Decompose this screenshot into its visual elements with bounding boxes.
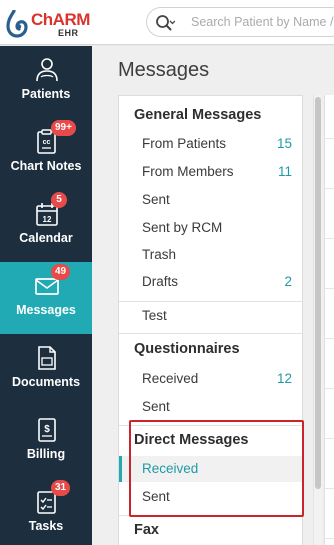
section-title-questionnaires: Questionnaires	[134, 341, 240, 357]
folder-count: 12	[276, 371, 292, 386]
list-row-line	[325, 538, 334, 539]
charm-logo[interactable]: ChARM EHR	[4, 6, 92, 40]
folder-label: Test	[142, 308, 167, 323]
sidebar-item-patients[interactable]: Patients	[0, 46, 92, 118]
search-input[interactable]	[191, 13, 334, 31]
message-list-edge	[324, 95, 334, 545]
folder-from-members[interactable]: From Members 11	[119, 159, 302, 185]
section-title-general: General Messages	[134, 107, 262, 123]
message-folders-panel: General Messages From Patients 15 From M…	[118, 95, 303, 545]
sidebar: Patients cc 99+ Chart Notes 12 5 Calenda…	[0, 46, 92, 545]
folder-sent-by-rcm[interactable]: Sent by RCM	[119, 215, 302, 241]
section-title-fax: Fax	[134, 522, 159, 538]
folder-from-patients[interactable]: From Patients 15	[119, 131, 302, 157]
section-divider	[119, 515, 302, 516]
section-divider	[119, 425, 302, 426]
documents-icon	[38, 346, 56, 370]
list-row-line	[325, 238, 334, 239]
list-row-line	[325, 138, 334, 139]
tasks-badge: 31	[51, 480, 71, 496]
section-title-direct: Direct Messages	[134, 432, 249, 448]
folder-drafts[interactable]: Drafts 2	[119, 269, 302, 295]
svg-text:$: $	[44, 424, 50, 435]
billing-icon: $	[38, 418, 56, 442]
sidebar-item-label: Tasks	[28, 519, 64, 533]
top-bar: ChARM EHR	[0, 0, 334, 45]
folder-label: Trash	[142, 247, 177, 262]
folder-test[interactable]: Test	[119, 303, 302, 329]
folder-count: 15	[276, 136, 292, 151]
brand-name: ChARM	[31, 10, 90, 29]
list-row-line	[325, 188, 334, 189]
page-title: Messages	[118, 59, 210, 81]
sidebar-item-label: Chart Notes	[10, 159, 82, 173]
sidebar-item-calendar[interactable]: 12 5 Calendar	[0, 190, 92, 262]
messages-badge: 49	[51, 264, 71, 280]
list-row-line	[325, 338, 334, 339]
section-divider	[119, 333, 302, 334]
folder-label: Sent	[142, 489, 170, 504]
folder-label: From Patients	[142, 136, 227, 151]
brand-sub: EHR	[58, 28, 79, 38]
sidebar-item-documents[interactable]: Documents	[0, 334, 92, 406]
sidebar-item-label: Patients	[21, 87, 71, 101]
list-row-line	[325, 438, 334, 439]
sidebar-item-chart-notes[interactable]: cc 99+ Chart Notes	[0, 118, 92, 190]
sidebar-item-tasks[interactable]: 31 Tasks	[0, 478, 92, 545]
folder-label: Sent	[142, 399, 170, 414]
list-row-line	[325, 488, 334, 489]
svg-text:12: 12	[43, 215, 52, 224]
main-content: Messages General Messages From Patients …	[92, 46, 334, 545]
folder-count: 11	[277, 164, 292, 179]
folder-direct-sent[interactable]: Sent	[119, 484, 302, 510]
patient-search[interactable]	[146, 7, 334, 37]
sidebar-item-label: Calendar	[19, 231, 73, 245]
section-divider	[119, 301, 302, 302]
list-row-line	[325, 288, 334, 289]
logo-drop-icon	[6, 10, 28, 38]
folder-label: Sent	[142, 192, 170, 207]
scrollbar-thumb[interactable]	[315, 97, 321, 489]
search-icon	[156, 15, 175, 31]
svg-text:cc: cc	[43, 139, 51, 146]
sidebar-item-label: Documents	[11, 375, 81, 389]
sidebar-item-messages[interactable]: 49 Messages	[0, 262, 92, 334]
chart-notes-badge: 99+	[51, 120, 76, 136]
folder-count: 2	[284, 274, 292, 289]
folder-panel-scrollbar[interactable]	[313, 95, 322, 545]
sidebar-item-label: Billing	[26, 447, 66, 461]
list-row-line	[325, 388, 334, 389]
folder-sent[interactable]: Sent	[119, 187, 302, 213]
folder-trash[interactable]: Trash	[119, 242, 302, 268]
folder-label: Received	[142, 371, 199, 386]
folder-questionnaires-received[interactable]: Received 12	[119, 366, 302, 392]
folder-questionnaires-sent[interactable]: Sent	[119, 394, 302, 420]
folder-label: Drafts	[142, 274, 179, 289]
folder-direct-received[interactable]: Received	[119, 456, 302, 482]
sidebar-item-billing[interactable]: $ Billing	[0, 406, 92, 478]
folder-label: Sent by RCM	[142, 220, 223, 235]
calendar-badge: 5	[51, 192, 67, 208]
patients-icon	[36, 58, 58, 82]
folder-label: From Members	[142, 164, 234, 179]
folder-label: Received	[142, 461, 199, 476]
sidebar-item-label: Messages	[16, 303, 76, 317]
